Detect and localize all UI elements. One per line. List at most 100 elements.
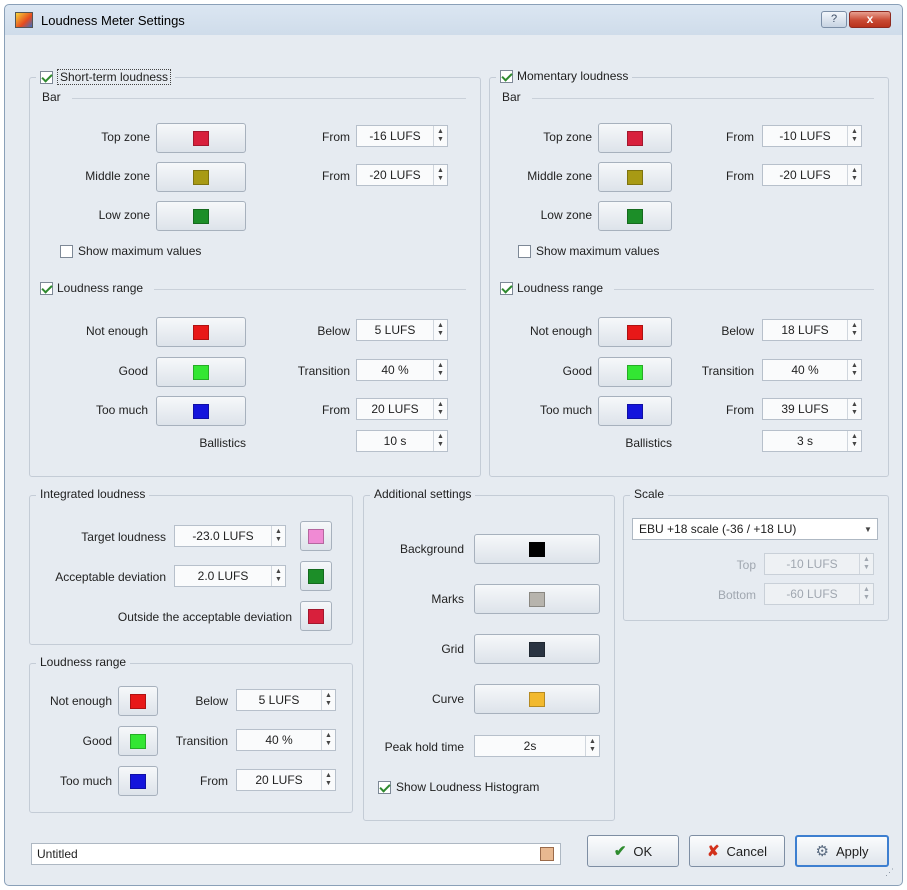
short-show-max-checkbox[interactable]: Show maximum values [60, 244, 201, 258]
mom-middle-from-spinbox[interactable]: -20 LUFS ▲ ▼ [762, 164, 862, 186]
short-term-toggle[interactable]: Short-term loudness [36, 69, 176, 85]
short-not-enough-color-button[interactable] [156, 317, 246, 347]
spin-arrows-icon[interactable]: ▲ ▼ [585, 736, 599, 756]
curve-color-button[interactable] [474, 684, 600, 714]
short-too-much-color-button[interactable] [156, 396, 246, 426]
spin-arrows-icon[interactable]: ▲ ▼ [433, 360, 447, 380]
short-middle-from-spinbox[interactable]: -20 LUFS ▲ ▼ [356, 164, 448, 186]
histogram-checkbox[interactable]: Show Loudness Histogram [378, 780, 539, 794]
short-low-zone-color-button[interactable] [156, 201, 246, 231]
mom-low-zone-label: Low zone [540, 208, 592, 222]
spin-value: 40 % [265, 733, 293, 747]
curve-label: Curve [431, 692, 464, 706]
mom-top-zone-color-button[interactable] [598, 123, 672, 153]
spin-arrows-icon[interactable]: ▲ ▼ [271, 526, 285, 546]
spin-value: 20 LUFS [255, 773, 303, 787]
spin-arrows-icon[interactable]: ▲ ▼ [433, 126, 447, 146]
spin-arrows-icon[interactable]: ▲ ▼ [847, 165, 861, 185]
help-button[interactable]: ? [821, 11, 847, 28]
deviation-color-button[interactable] [300, 561, 332, 591]
short-good-color-button[interactable] [156, 357, 246, 387]
spin-arrows-icon[interactable]: ▲ ▼ [321, 730, 335, 750]
short-range-toggle[interactable]: Loudness range [40, 281, 148, 295]
spin-arrows-icon[interactable]: ▲ ▼ [433, 399, 447, 419]
scale-top-spinbox[interactable]: -10 LUFS ▲ ▼ [764, 553, 874, 575]
spin-arrows-icon[interactable]: ▲ ▼ [847, 320, 861, 340]
deviation-spinbox[interactable]: 2.0 LUFS ▲ ▼ [174, 565, 286, 587]
target-loudness-spinbox[interactable]: -23.0 LUFS ▲ ▼ [174, 525, 286, 547]
resize-grip-icon[interactable]: ⋰ [885, 867, 894, 878]
short-top-zone-color-button[interactable] [156, 123, 246, 153]
spin-arrows-icon[interactable]: ▲ ▼ [847, 431, 861, 451]
mom-show-max-checkbox[interactable]: Show maximum values [518, 244, 659, 258]
short-too-much-label: Too much [95, 403, 148, 417]
outside-color-button[interactable] [300, 601, 332, 631]
color-swatch [627, 169, 643, 185]
apply-button[interactable]: ⚙ Apply [795, 835, 889, 867]
preset-name-field[interactable]: Untitled [31, 843, 561, 865]
short-range-checkbox[interactable] [40, 281, 53, 295]
lr-below-label: Below [195, 694, 228, 708]
spin-arrows-icon[interactable]: ▲ ▼ [847, 360, 861, 380]
additional-title: Additional settings [370, 487, 476, 501]
mom-middle-from-label: From [726, 169, 754, 183]
mom-top-from-spinbox[interactable]: -10 LUFS ▲ ▼ [762, 125, 862, 147]
spin-arrows-icon[interactable]: ▲ ▼ [433, 431, 447, 451]
lr-transition-spinbox[interactable]: 40 % ▲ ▼ [236, 729, 336, 751]
spin-arrows-icon[interactable]: ▲ ▼ [847, 126, 861, 146]
short-bar-heading: Bar [42, 90, 65, 104]
short-transition-spinbox[interactable]: 40 % ▲ ▼ [356, 359, 448, 381]
mom-transition-spinbox[interactable]: 40 % ▲ ▼ [762, 359, 862, 381]
spin-arrows-icon[interactable]: ▲ ▼ [433, 320, 447, 340]
spin-arrows-icon[interactable]: ▲ ▼ [859, 584, 873, 604]
short-below-spinbox[interactable]: 5 LUFS ▲ ▼ [356, 319, 448, 341]
lr-below-spinbox[interactable]: 5 LUFS ▲ ▼ [236, 689, 336, 711]
preset-menu-icon[interactable] [540, 847, 554, 861]
mom-range-toggle[interactable]: Loudness range [500, 281, 608, 295]
chevron-down-icon[interactable]: ▼ [859, 525, 877, 534]
mom-ballistics-spinbox[interactable]: 3 s ▲ ▼ [762, 430, 862, 452]
spin-arrows-icon[interactable]: ▲ ▼ [433, 165, 447, 185]
short-from-spinbox[interactable]: 20 LUFS ▲ ▼ [356, 398, 448, 420]
spin-arrows-icon[interactable]: ▲ ▼ [321, 770, 335, 790]
mom-too-much-color-button[interactable] [598, 396, 672, 426]
marks-color-button[interactable] [474, 584, 600, 614]
mom-below-spinbox[interactable]: 18 LUFS ▲ ▼ [762, 319, 862, 341]
scale-select[interactable]: EBU +18 scale (-36 / +18 LU) ▼ [632, 518, 878, 540]
mom-range-checkbox[interactable] [500, 281, 513, 295]
short-term-checkbox[interactable] [40, 70, 53, 84]
short-ballistics-spinbox[interactable]: 10 s ▲ ▼ [356, 430, 448, 452]
spin-arrows-icon[interactable]: ▲ ▼ [859, 554, 873, 574]
color-swatch [193, 208, 209, 224]
checkbox-box[interactable] [60, 244, 73, 258]
close-button[interactable]: x [849, 11, 891, 28]
scale-bottom-spinbox[interactable]: -60 LUFS ▲ ▼ [764, 583, 874, 605]
lr-from-spinbox[interactable]: 20 LUFS ▲ ▼ [236, 769, 336, 791]
short-middle-from-label: From [322, 169, 350, 183]
short-middle-zone-color-button[interactable] [156, 162, 246, 192]
mom-low-zone-color-button[interactable] [598, 201, 672, 231]
checkbox-box[interactable] [518, 244, 531, 258]
lr-not-enough-color-button[interactable] [118, 686, 158, 716]
spin-arrows-icon[interactable]: ▲ ▼ [847, 399, 861, 419]
background-color-button[interactable] [474, 534, 600, 564]
checkbox-box[interactable] [378, 780, 391, 794]
lr-too-much-color-button[interactable] [118, 766, 158, 796]
target-color-button[interactable] [300, 521, 332, 551]
spin-arrows-icon[interactable]: ▲ ▼ [321, 690, 335, 710]
peak-hold-spinbox[interactable]: 2s ▲ ▼ [474, 735, 600, 757]
mom-not-enough-color-button[interactable] [598, 317, 672, 347]
short-middle-zone-label: Middle zone [85, 169, 150, 183]
lr-good-color-button[interactable] [118, 726, 158, 756]
ok-button[interactable]: ✔ OK [587, 835, 679, 867]
cancel-button[interactable]: ✘ Cancel [689, 835, 785, 867]
spin-value: 20 LUFS [371, 402, 419, 416]
mom-middle-zone-color-button[interactable] [598, 162, 672, 192]
momentary-toggle[interactable]: Momentary loudness [496, 69, 633, 83]
spin-arrows-icon[interactable]: ▲ ▼ [271, 566, 285, 586]
mom-from-spinbox[interactable]: 39 LUFS ▲ ▼ [762, 398, 862, 420]
mom-good-color-button[interactable] [598, 357, 672, 387]
short-top-from-spinbox[interactable]: -16 LUFS ▲ ▼ [356, 125, 448, 147]
grid-color-button[interactable] [474, 634, 600, 664]
momentary-checkbox[interactable] [500, 69, 513, 83]
